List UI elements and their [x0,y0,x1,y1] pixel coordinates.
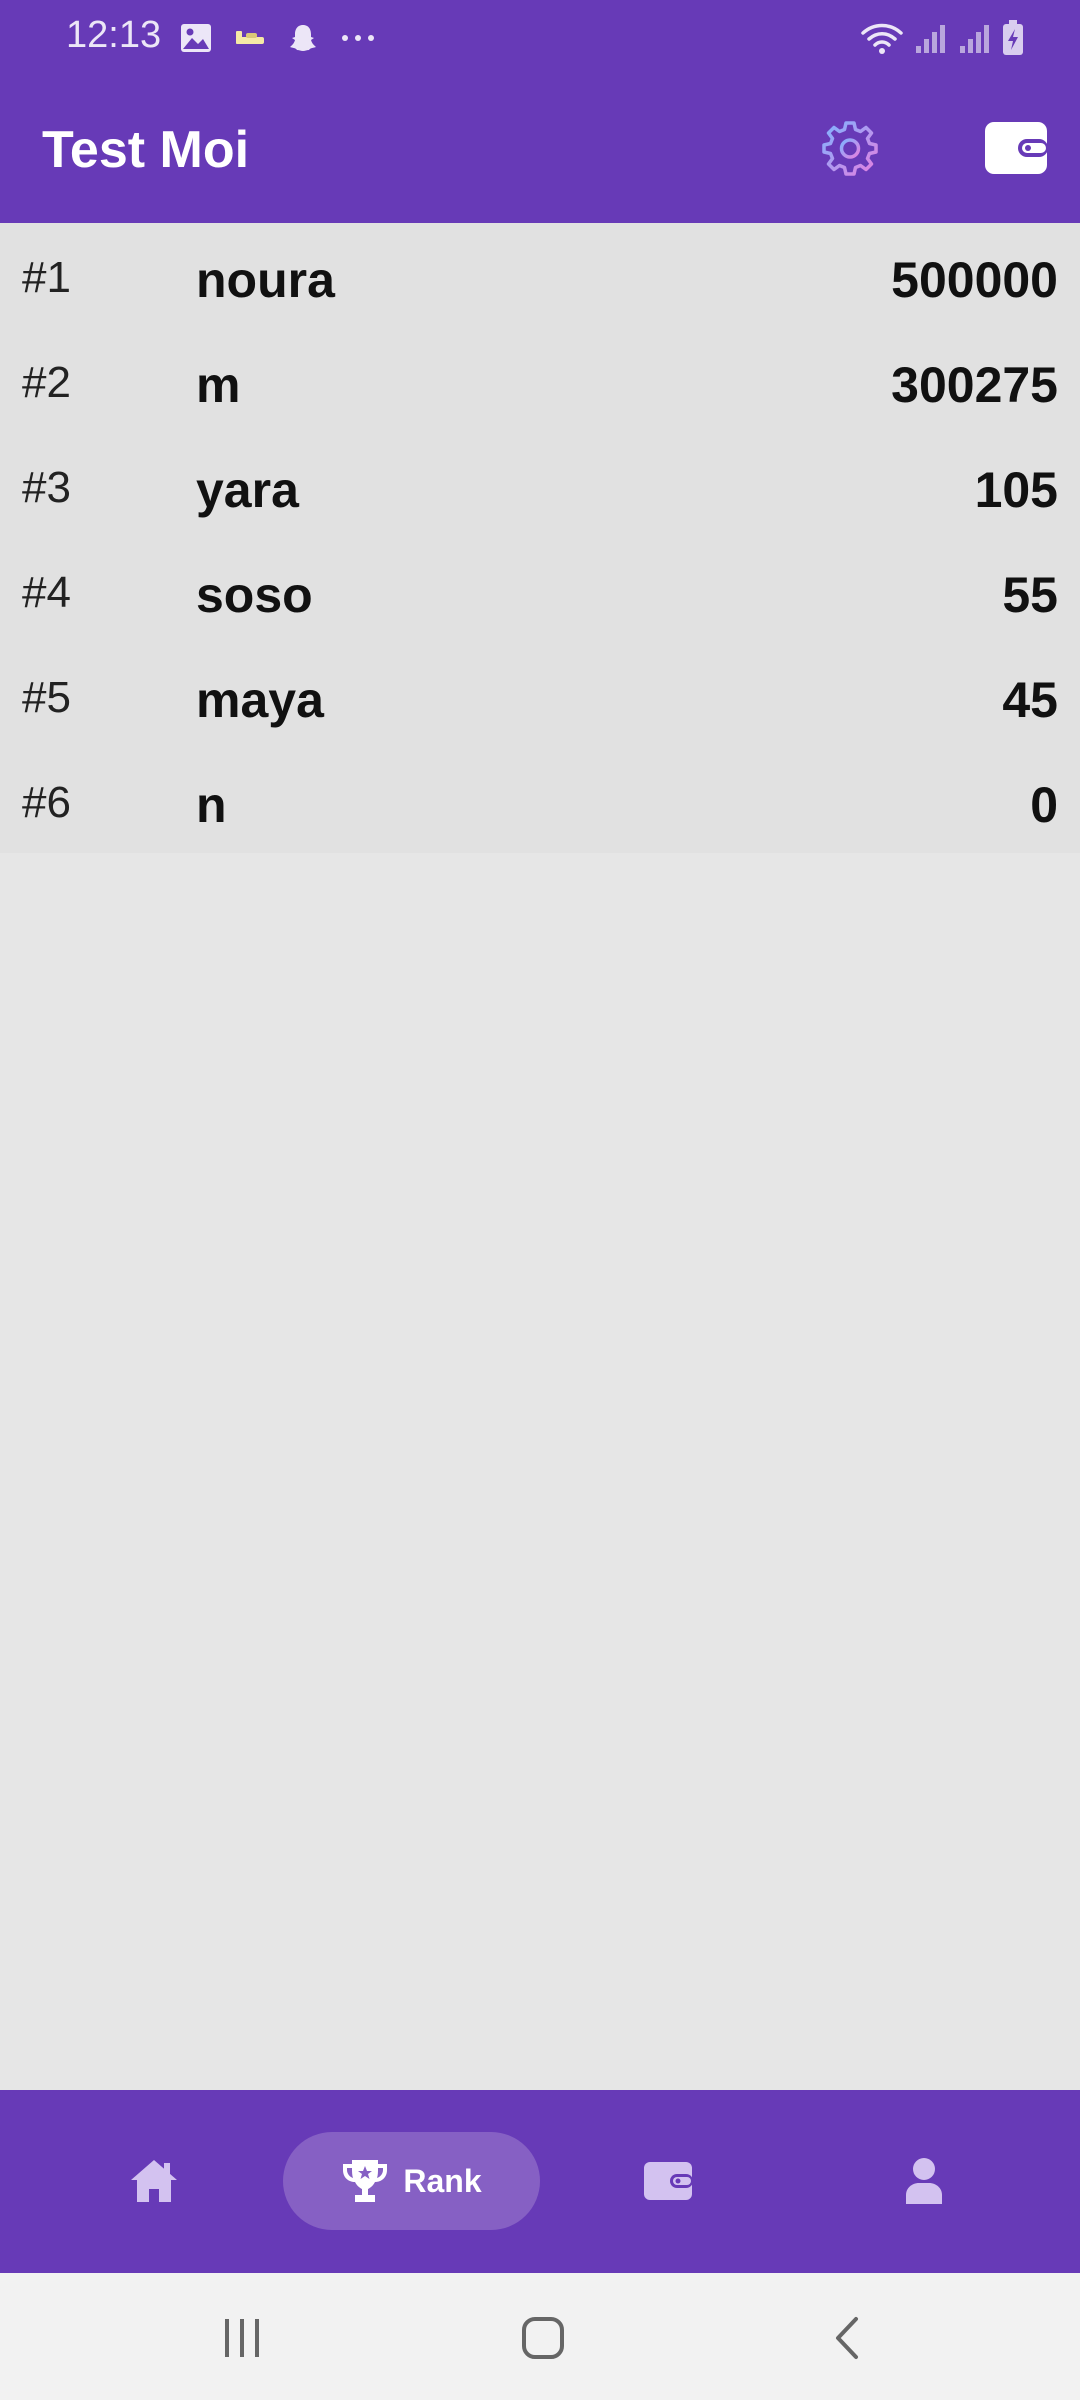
app-bar: Test Moi [0,76,1080,223]
player-score: 300275 [891,357,1058,413]
nav-rank-label: Rank [403,2162,482,2199]
list-item: #3 yara 105 [0,433,1080,538]
player-name: m [196,357,241,413]
status-bar: 12:13 [0,0,1080,76]
rank-position: #4 [22,568,71,617]
nav-profile[interactable] [880,2132,968,2230]
list-item: #6 n 0 [0,748,1080,853]
home-icon [131,2160,177,2202]
trophy-icon [343,2160,388,2202]
system-home-button[interactable] [508,2303,578,2373]
wifi-icon [861,23,903,54]
gear-icon [822,121,878,176]
app-title: Test Moi [42,121,250,179]
player-name: n [196,777,227,833]
player-name: soso [196,567,313,623]
notification-icons [180,18,376,58]
list-item: #4 soso 55 [0,538,1080,643]
system-status-icons [860,18,1024,58]
wallet-icon [985,122,1048,174]
nav-rank[interactable]: Rank [283,2132,540,2230]
player-score: 45 [1002,672,1058,728]
signal-icon [916,25,945,53]
back-button[interactable] [812,2303,882,2373]
signal-icon [960,25,989,53]
sleep-icon [236,31,264,44]
rank-position: #5 [22,673,71,722]
battery-charging-icon [1003,20,1023,55]
nav-home[interactable] [110,2132,198,2230]
player-score: 55 [1002,567,1058,623]
rank-position: #2 [22,358,71,407]
player-name: maya [196,672,324,728]
system-navigation-bar [0,2273,1080,2400]
ranking-list: #1 noura 500000 #2 m 300275 #3 yara 105 … [0,223,1080,853]
image-icon [181,24,211,52]
rank-position: #6 [22,778,71,827]
status-time: 12:13 [66,14,162,56]
list-item: #1 noura 500000 [0,223,1080,328]
nav-wallet[interactable] [624,2132,712,2230]
chevron-left-icon [836,2317,858,2359]
player-score: 105 [974,462,1058,518]
settings-button[interactable] [818,116,882,180]
recent-apps-button[interactable] [207,2303,277,2373]
player-name: noura [196,252,335,308]
rank-position: #1 [22,253,71,302]
bottom-navigation: Rank [0,2090,1080,2273]
wallet-icon [644,2162,693,2200]
more-dots-icon [342,35,374,41]
player-name: yara [196,462,299,518]
wallet-button[interactable] [984,120,1048,176]
player-score: 500000 [891,252,1058,308]
profile-icon [906,2158,942,2204]
rank-position: #3 [22,463,71,512]
list-item: #5 maya 45 [0,643,1080,748]
snapchat-icon [290,25,316,51]
list-item: #2 m 300275 [0,328,1080,433]
home-square-icon [522,2317,564,2359]
player-score: 0 [1030,777,1058,833]
recent-apps-icon [225,2319,259,2357]
